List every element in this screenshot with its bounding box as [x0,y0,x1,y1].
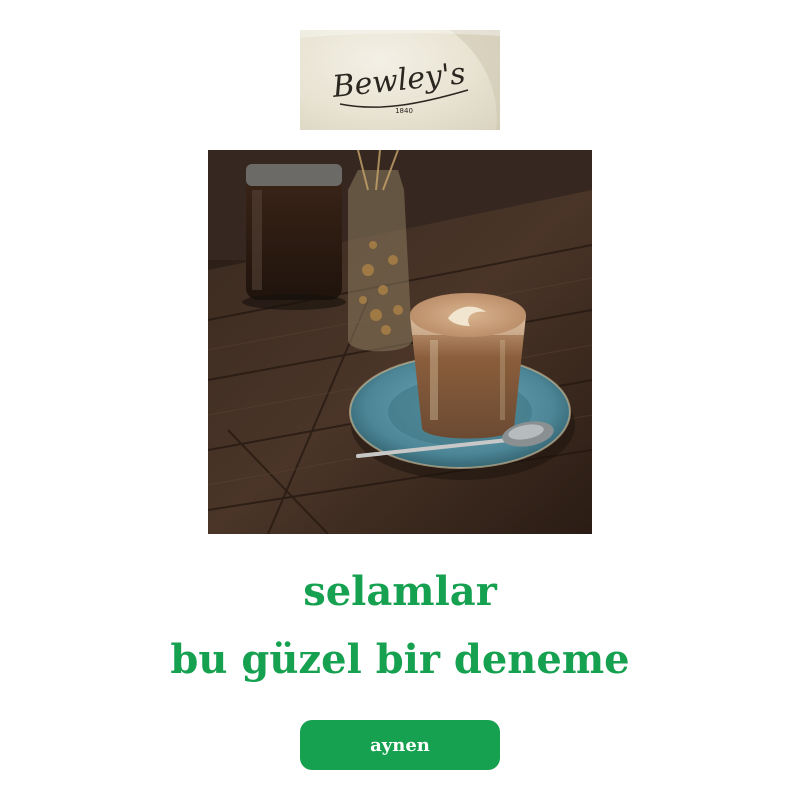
latte-image [208,150,592,534]
coffee-photo [208,150,592,534]
headline-line-2: bu güzel bir deneme [170,636,630,683]
bewleys-logo-graphic: Bewley's 1840 [300,30,500,130]
brand-logo: Bewley's 1840 [300,30,500,130]
svg-text:1840: 1840 [395,107,413,115]
headline-line-1: selamlar [303,568,497,615]
svg-text:Bewley's: Bewley's [330,56,467,105]
aynen-button[interactable]: aynen [300,720,500,770]
